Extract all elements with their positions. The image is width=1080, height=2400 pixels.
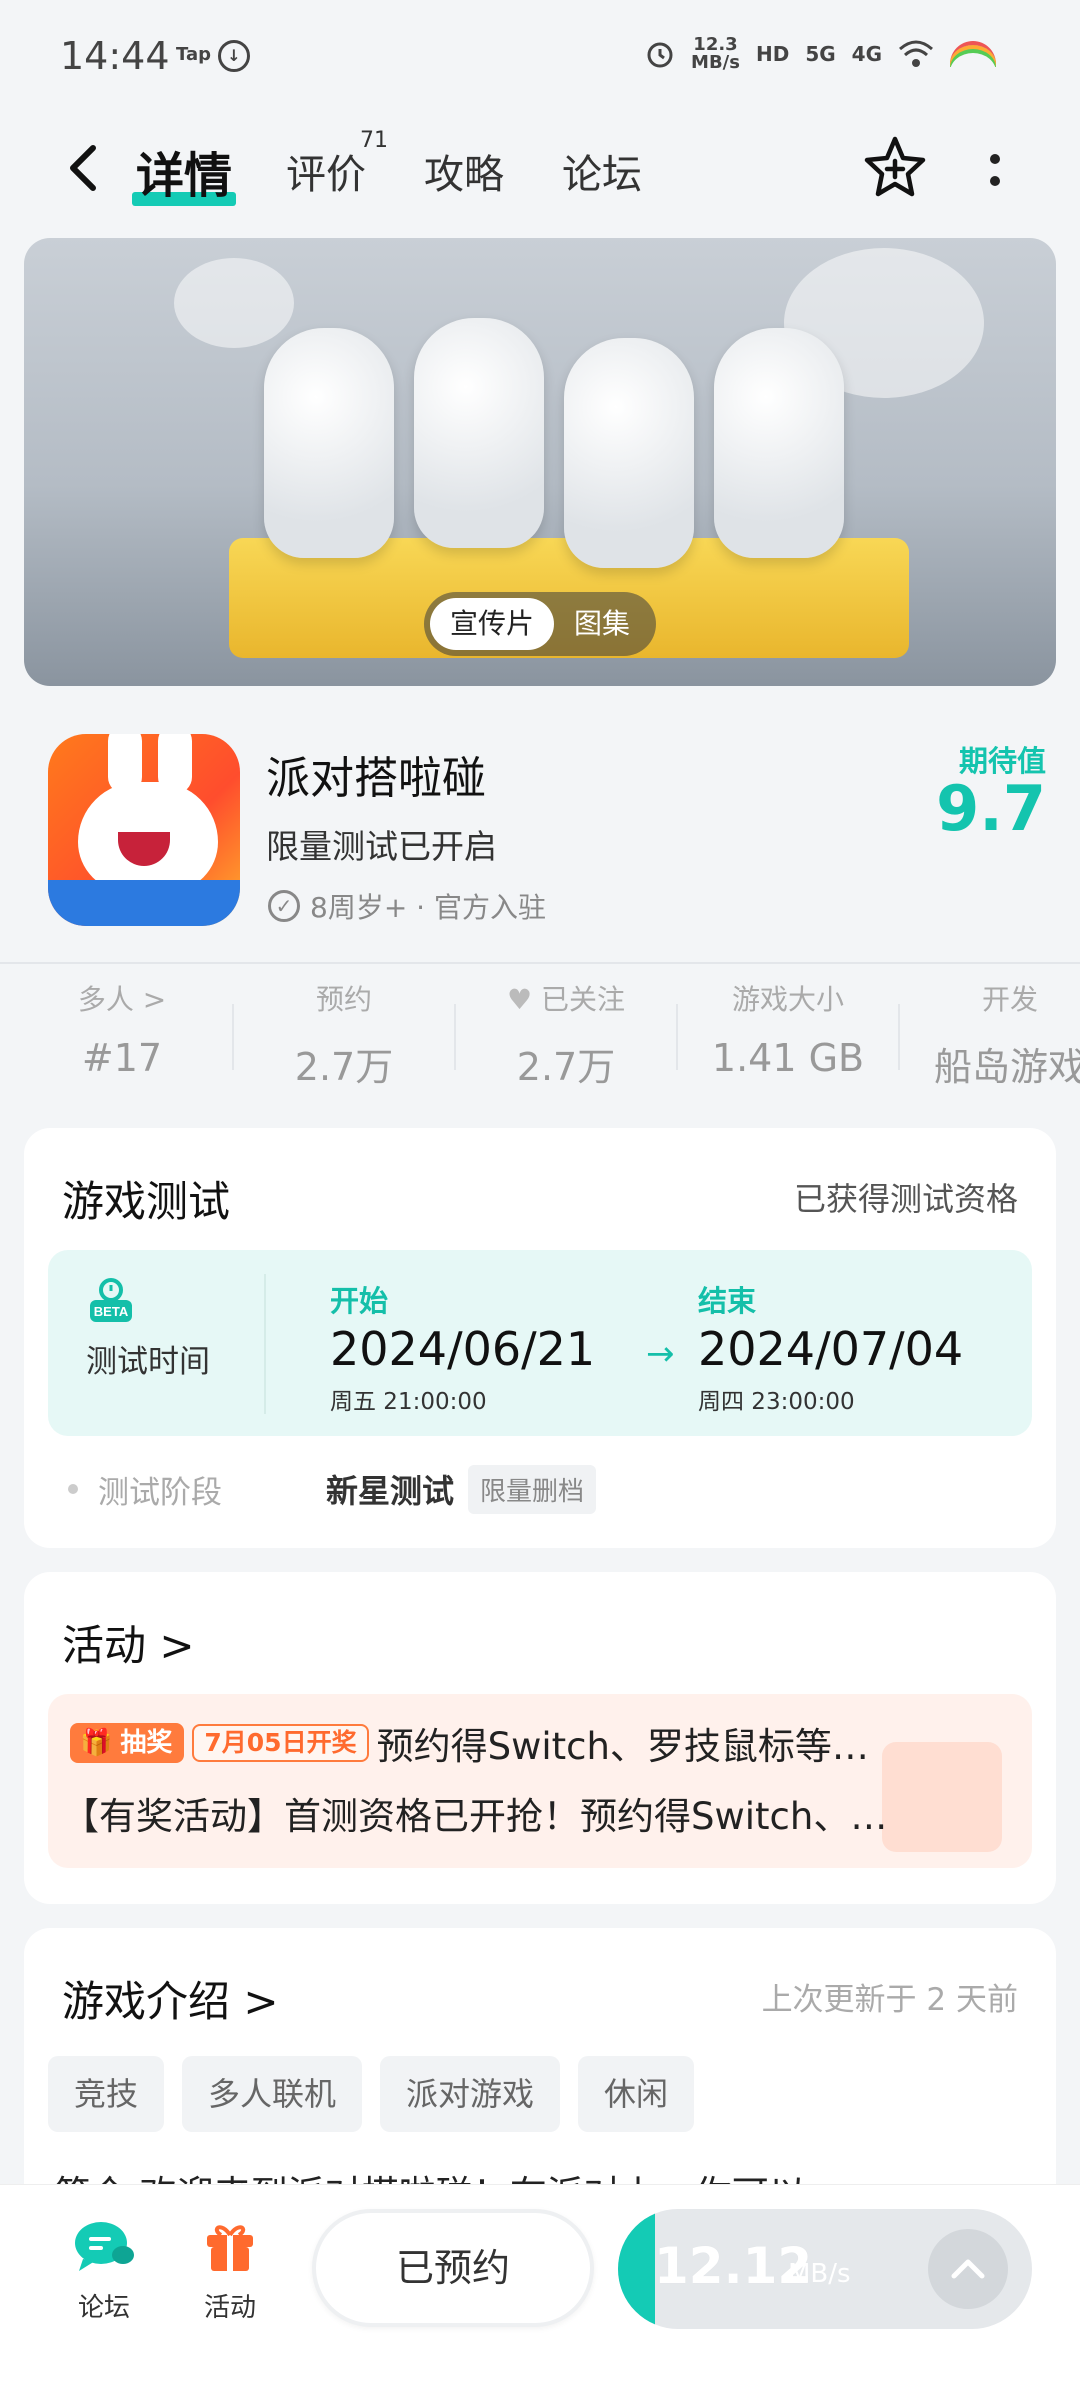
app-icon	[48, 734, 240, 926]
draw-date-tag: 7月05日开奖	[192, 1724, 369, 1762]
more-options-button[interactable]	[980, 140, 1010, 200]
test-time-box: BETA 测试时间 开始 2024/06/21 周五 21:00:00 → 结束…	[48, 1250, 1032, 1436]
stat-developer[interactable]: 开发 船岛游戏	[910, 980, 1080, 1091]
activity-button[interactable]: 活动	[180, 2219, 280, 2324]
trailer-toggle[interactable]: 宣传片	[429, 598, 554, 650]
test-status: 已获得测试资格	[793, 1180, 1018, 1218]
chat-bubble-icon	[75, 2222, 134, 2271]
gift-box-icon	[207, 2225, 253, 2271]
activity-title[interactable]: 活动 >	[62, 1612, 195, 1673]
app-info: 派对搭啦碰 限量测试已开启 ✓ 8周岁+ · 官方入驻 期待值 9.7	[0, 720, 1080, 960]
stat-followers: ♥ 已关注 2.7万	[506, 983, 626, 1089]
tab-reviews[interactable]: 评价	[286, 142, 366, 200]
banner-decoration	[174, 258, 294, 348]
chevron-up-icon	[951, 2259, 985, 2279]
test-stage-row: 测试阶段 新星测试 限量删档	[68, 1464, 597, 1514]
favorite-button[interactable]	[862, 134, 928, 200]
stats-row: 多人 > #17 预约 2.7万 ♥ 已关注 2.7万 游戏大小 1.41 GB…	[0, 980, 1080, 1100]
start-label: 开始	[330, 1284, 389, 1318]
tag-list: 竞技 多人联机 派对游戏 休闲	[48, 2056, 695, 2132]
stat-multiplayer[interactable]: 多人 > #17	[22, 980, 222, 1080]
test-time-label: 测试时间	[86, 1344, 210, 1380]
end-label: 结束	[698, 1284, 757, 1318]
gallery-toggle[interactable]: 图集	[554, 598, 650, 650]
download-speed-unit: MB/s	[788, 2259, 851, 2289]
heart-icon: ♥	[506, 983, 533, 1016]
download-button[interactable]: 12.12 MB/s	[618, 2209, 1032, 2329]
stage-name: 新星测试	[326, 1472, 455, 1510]
figure-3	[564, 338, 694, 568]
tab-guides[interactable]: 攻略	[424, 142, 504, 200]
app-subtitle: 限量测试已开启	[266, 827, 497, 866]
tag-party[interactable]: 派对游戏	[380, 2056, 561, 2132]
notification-icon: ↓	[218, 40, 250, 72]
figure-1	[264, 328, 394, 558]
tag-competitive[interactable]: 竞技	[48, 2056, 165, 2132]
beta-icon: BETA	[90, 1278, 132, 1322]
activity-card: 活动 > 🎁 抽奖 7月05日开奖 预约得Switch、罗技鼠标等… 【有奖活动】…	[24, 1572, 1056, 1904]
figure-4	[714, 328, 844, 558]
activity-item[interactable]: 🎁 抽奖 7月05日开奖 预约得Switch、罗技鼠标等… 【有奖活动】首测资格已…	[48, 1694, 1032, 1868]
stat-game-size: 游戏大小 1.41 GB	[711, 983, 865, 1080]
stage-tag: 限量删档	[468, 1464, 597, 1514]
wifi-icon	[899, 40, 933, 67]
divider	[0, 962, 1080, 964]
start-date: 2024/06/21	[330, 1322, 596, 1376]
end-date: 2024/07/04	[698, 1322, 964, 1376]
expand-up-button[interactable]	[928, 2229, 1008, 2309]
expectation-score: 9.7	[936, 772, 1046, 845]
hd-icon: HD	[755, 42, 790, 66]
status-bar: 14:44 Tap ↓ 12.3 MB/s HD 5G 4G	[0, 0, 1080, 110]
app-meta: ✓ 8周岁+ · 官方入驻	[268, 886, 546, 926]
end-time: 周四 23:00:00	[698, 1389, 855, 1415]
test-title: 游戏测试	[62, 1177, 231, 1226]
reserved-button[interactable]: 已预约	[312, 2209, 594, 2327]
svg-text:BETA: BETA	[94, 1304, 129, 1319]
tap-icon: Tap	[176, 44, 211, 65]
verified-check-icon: ✓	[268, 890, 300, 922]
status-time: 14:44	[60, 34, 170, 78]
reviews-count-badge: 71	[360, 128, 388, 153]
app-name: 派对搭啦碰	[266, 753, 486, 804]
intro-title[interactable]: 游戏介绍 >	[62, 1968, 279, 2029]
signal-5g-icon: 5G	[805, 42, 836, 66]
tab-details[interactable]: 详情	[131, 136, 237, 206]
activity-headline: 预约得Switch、罗技鼠标等…	[376, 1725, 869, 1768]
forum-button[interactable]: 论坛	[54, 2219, 154, 2324]
back-button[interactable]	[52, 138, 112, 198]
alarm-icon	[647, 42, 673, 68]
back-arrow-icon	[70, 145, 96, 191]
rainbow-icon	[950, 41, 996, 67]
activity-description: 【有奖活动】首测资格已开抢！预约得Switch、…	[62, 1795, 888, 1838]
lottery-tag: 🎁 抽奖	[70, 1723, 185, 1763]
figure-2	[414, 318, 544, 548]
gift-icon: 🎁	[80, 1728, 113, 1758]
arrow-right-icon: →	[646, 1334, 675, 1374]
network-speed: 12.3 MB/s	[691, 34, 740, 73]
tab-forum[interactable]: 论坛	[562, 142, 642, 200]
tag-multiplayer[interactable]: 多人联机	[182, 2056, 363, 2132]
bottom-action-bar: 论坛 活动 已预约 12.12 MB/s	[0, 2184, 1080, 2400]
download-progress-fill	[618, 2209, 656, 2329]
media-switch: 宣传片 图集	[423, 592, 657, 656]
media-banner[interactable]: 宣传片 图集	[24, 238, 1056, 686]
start-time: 周五 21:00:00	[330, 1389, 487, 1415]
tag-casual[interactable]: 休闲	[578, 2056, 695, 2132]
status-icons: 12.3 MB/s HD 5G 4G	[645, 36, 996, 72]
signal-4g-icon: 4G	[851, 42, 882, 66]
star-plus-icon	[864, 136, 926, 197]
stat-reservations: 预约 2.7万	[294, 983, 394, 1089]
last-update: 上次更新于 2 天前	[761, 1982, 1018, 2018]
top-nav: 详情 评价 71 攻略 论坛	[0, 120, 1080, 220]
game-test-card: 游戏测试 已获得测试资格 BETA 测试时间 开始 2024/06/21 周五 …	[24, 1128, 1056, 1548]
